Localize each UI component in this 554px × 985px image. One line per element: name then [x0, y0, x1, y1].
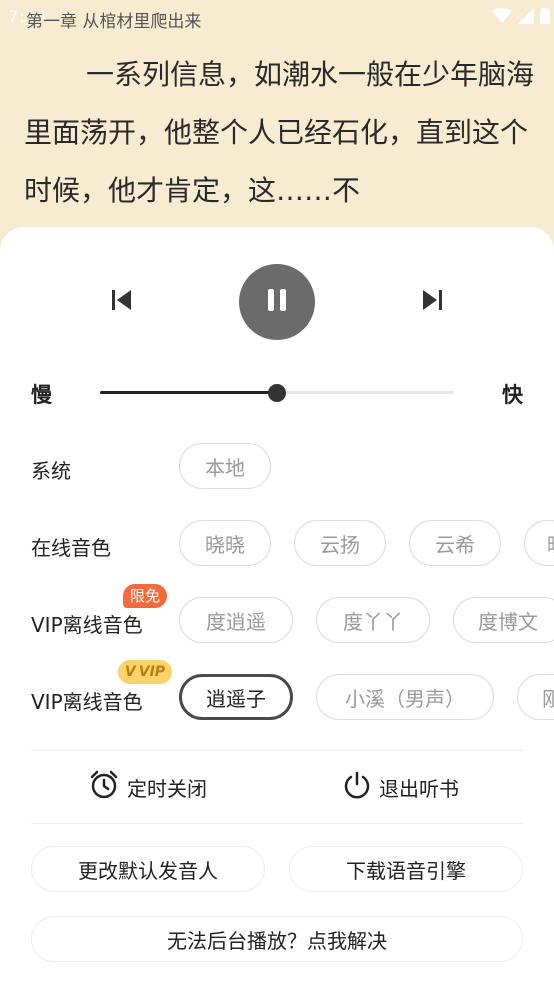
chapter-title: 第一章 从棺材里爬出来: [26, 12, 202, 32]
speed-slider-thumb[interactable]: [268, 384, 286, 402]
voice-chip-xiaoxi-male[interactable]: 小溪（男声）: [316, 674, 494, 720]
audio-settings-sheet: 慢 快 系统 本地 在线音色 晓晓 云扬 云希 晓 VIP离线音色 限免 度逍遥…: [0, 227, 554, 985]
vip-v-icon: V: [124, 664, 136, 680]
change-default-speaker-button[interactable]: 更改默认发音人: [31, 846, 265, 892]
status-icons: [492, 8, 550, 24]
alarm-clock-icon: [89, 770, 119, 805]
previous-chapter-button[interactable]: [104, 285, 138, 319]
speed-slow-label: 慢: [31, 383, 52, 407]
background-play-fix-button[interactable]: 无法后台播放？点我解决: [31, 916, 523, 962]
pause-button[interactable]: [239, 264, 315, 340]
vip-voice-row: VIP离线音色 V VIP 逍遥子 小溪（男声） 刚: [0, 660, 554, 722]
next-chapter-button[interactable]: [416, 285, 450, 319]
skip-previous-icon: [109, 288, 133, 316]
exit-audiobook-button[interactable]: 退出听书: [343, 767, 459, 807]
timer-off-label: 定时关闭: [127, 776, 207, 801]
voice-chip-local[interactable]: 本地: [179, 443, 271, 489]
divider: [31, 823, 523, 824]
online-voice-row: 在线音色 晓晓 云扬 云希 晓: [0, 520, 554, 568]
voice-chip-gang-partial[interactable]: 刚: [517, 674, 554, 720]
vip-free-voice-row: VIP离线音色 限免 度逍遥 度丫丫 度博文: [0, 584, 554, 645]
action-row: 定时关闭 退出听书: [0, 767, 554, 807]
player-controls: [0, 263, 554, 343]
download-voice-engine-button[interactable]: 下载语音引擎: [289, 846, 523, 892]
voice-chip-yunxi[interactable]: 云希: [409, 520, 501, 566]
voice-chip-duyaya[interactable]: 度丫丫: [316, 597, 430, 643]
free-badge: 限免: [123, 584, 168, 608]
vip-free-voice-label: VIP离线音色: [31, 613, 143, 637]
battery-icon: [540, 8, 550, 24]
online-voice-label: 在线音色: [31, 536, 111, 560]
voice-chip-xiao-partial[interactable]: 晓: [524, 520, 554, 566]
system-voice-label: 系统: [31, 459, 71, 483]
skip-next-icon: [421, 288, 445, 316]
voice-chip-xiaoxiao[interactable]: 晓晓: [179, 520, 271, 566]
status-bar: 7:14 第一章 从棺材里爬出来: [0, 0, 554, 34]
power-icon: [343, 771, 371, 804]
exit-audiobook-label: 退出听书: [379, 776, 459, 801]
speed-slider-fill: [100, 391, 277, 394]
voice-chip-dubowen[interactable]: 度博文: [453, 597, 554, 643]
wifi-icon: [492, 8, 512, 24]
speed-fast-label: 快: [502, 383, 523, 407]
voice-chip-xiaoyaozi[interactable]: 逍遥子: [179, 674, 293, 720]
speed-control: 慢 快: [0, 375, 554, 411]
reading-text: 一系列信息，如潮水一般在少年脑海里面荡开，他整个人已经石化，直到这个时候，他才肯…: [24, 46, 534, 220]
reading-paragraph: 一系列信息，如潮水一般在少年脑海里面荡开，他整个人已经石化，直到这个时候，他才肯…: [24, 58, 535, 207]
vip-badge: V VIP: [118, 660, 172, 684]
divider: [31, 750, 523, 751]
system-voice-row: 系统 本地: [0, 443, 554, 491]
vip-badge-text: VIP: [138, 664, 166, 680]
speed-slider[interactable]: [100, 384, 454, 402]
voice-chip-yunyang[interactable]: 云扬: [294, 520, 386, 566]
vip-voice-label: VIP离线音色: [31, 690, 143, 714]
signal-icon: [518, 8, 534, 24]
voice-chip-duxiaoyao[interactable]: 度逍遥: [179, 597, 293, 643]
pause-icon: [263, 286, 291, 318]
timer-off-button[interactable]: 定时关闭: [89, 767, 207, 807]
